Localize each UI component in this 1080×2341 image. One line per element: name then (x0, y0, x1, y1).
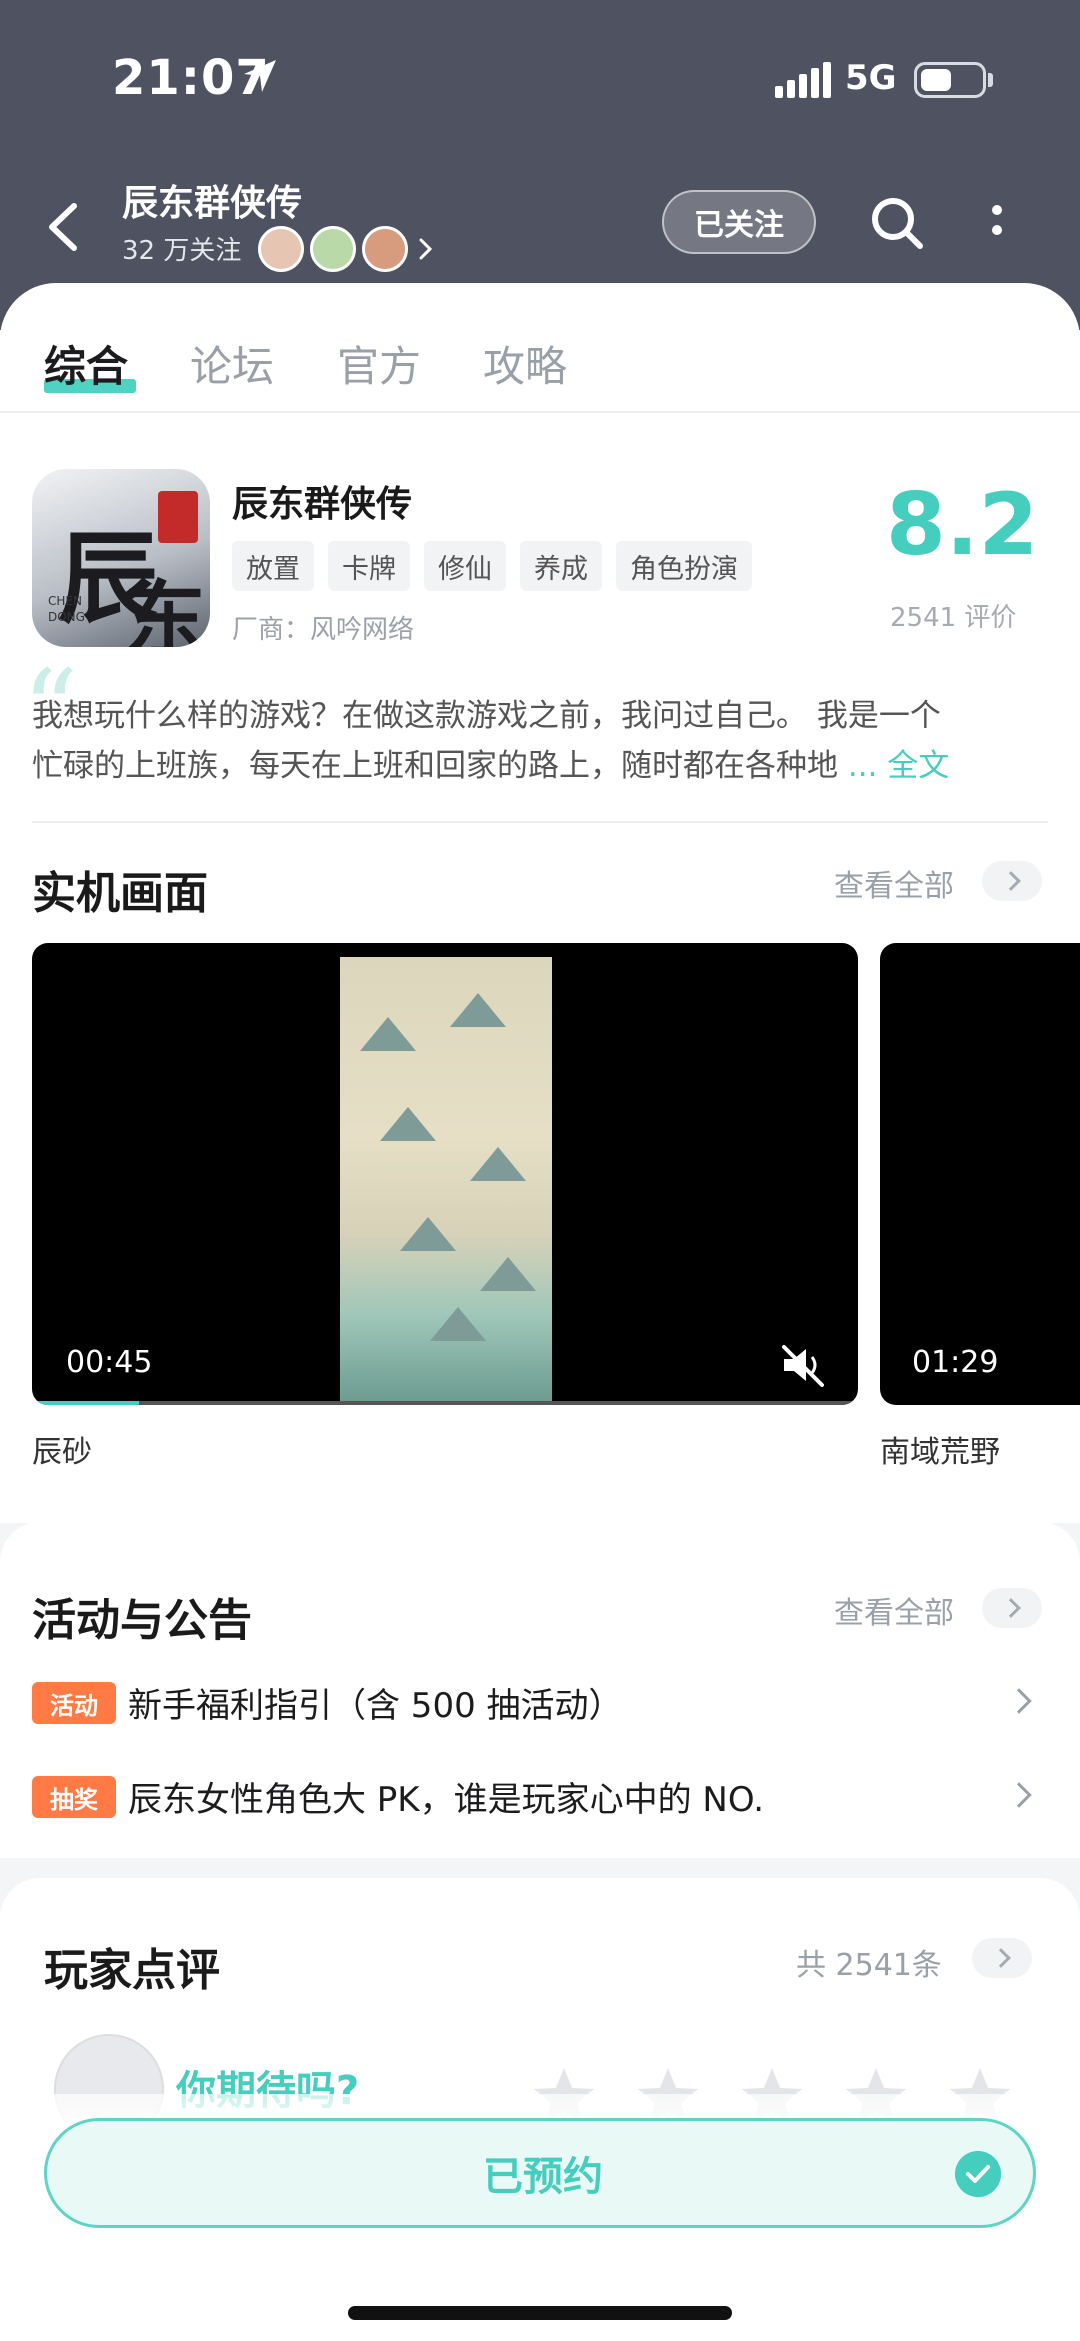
follow-button[interactable]: 已关注 (662, 190, 816, 254)
game-intro[interactable]: 我想玩什么样的游戏？在做这款游戏之前，我问过自己。 我是一个 忙碌的上班族，每天… (32, 691, 1052, 791)
chevron-right-icon (1006, 1688, 1032, 1714)
see-all-link[interactable]: 查看全部 (834, 861, 954, 905)
tab-forum[interactable]: 论坛 (190, 333, 274, 394)
chevron-right-icon[interactable] (982, 861, 1042, 901)
activity-badge: 活动 (32, 1682, 116, 1724)
game-overview-card: 综合 论坛 官方 攻略 辰 东 CHEN DONG 辰东群侠传 放置 卡牌 修仙 … (0, 283, 1080, 1523)
section-title-activities: 活动与公告 (32, 1595, 252, 1646)
nav-bar: 辰东群侠传 32 万关注 已关注 (0, 170, 1080, 280)
bottom-action-bar: 已预约 (0, 2094, 1080, 2341)
tag[interactable]: 卡牌 (328, 541, 410, 591)
home-indicator (348, 2306, 732, 2320)
vendor: 厂商：风吟网络 (232, 615, 415, 645)
divider (32, 821, 1048, 823)
tag[interactable]: 放置 (232, 541, 314, 591)
battery-tip (988, 73, 993, 87)
chevron-right-icon (1006, 1782, 1032, 1808)
chevron-right-icon[interactable] (972, 1938, 1032, 1978)
activity-title: 新手福利指引（含 500 抽活动） (128, 1686, 623, 1726)
tag[interactable]: 角色扮演 (616, 541, 752, 591)
video-thumbnail (340, 957, 552, 1405)
video-duration: 00:45 (66, 1345, 153, 1380)
video-progress[interactable] (32, 1401, 858, 1405)
mute-icon[interactable] (778, 1339, 830, 1391)
rating-count: 2541 评价 (890, 603, 1017, 633)
video-card[interactable]: 01:29 (880, 943, 1080, 1405)
tab-official[interactable]: 官方 (337, 333, 421, 394)
avatar (258, 226, 304, 272)
video-caption: 辰砂 (32, 1435, 92, 1470)
list-item[interactable]: 活动 新手福利指引（含 500 抽活动） (32, 1672, 1048, 1732)
back-icon[interactable] (36, 192, 96, 262)
rating-score: 8.2 (886, 475, 1039, 575)
check-circle-icon (955, 2151, 1001, 2197)
network-type: 5G (845, 58, 897, 98)
video-duration: 01:29 (912, 1345, 999, 1380)
reserve-button[interactable]: 已预约 (44, 2118, 1036, 2228)
video-caption: 南域荒野 (880, 1435, 1000, 1470)
section-title-reviews: 玩家点评 (44, 1945, 220, 1996)
battery-icon (914, 62, 986, 98)
page-title: 辰东群侠传 (122, 183, 303, 224)
status-bar: 21:07 5G (0, 0, 1080, 160)
activity-badge: 抽奖 (32, 1776, 116, 1818)
chevron-right-icon[interactable] (982, 1588, 1042, 1628)
avatar (362, 226, 408, 272)
seal-mark (158, 491, 198, 543)
avatar (310, 226, 356, 272)
follower-count: 32 万关注 (122, 236, 242, 266)
search-icon[interactable] (866, 192, 930, 256)
tag[interactable]: 修仙 (424, 541, 506, 591)
review-count[interactable]: 共 2541条 (796, 1940, 942, 1984)
reserve-label: 已预约 (483, 2154, 603, 2200)
game-name: 辰东群侠传 (232, 484, 413, 525)
read-more-link[interactable]: ... 全文 (848, 748, 949, 784)
section-title-screenshots: 实机画面 (32, 868, 208, 919)
tab-overview[interactable]: 综合 (44, 333, 128, 394)
location-arrow-icon (244, 60, 276, 92)
see-all-link[interactable]: 查看全部 (834, 1588, 954, 1632)
game-tags: 放置 卡牌 修仙 养成 角色扮演 (232, 541, 766, 591)
tag[interactable]: 养成 (520, 541, 602, 591)
game-icon[interactable]: 辰 东 CHEN DONG (32, 469, 210, 647)
list-item[interactable]: 抽奖 辰东女性角色大 PK，谁是玩家心中的 NO. (32, 1766, 1048, 1826)
tab-bar: 综合 论坛 官方 攻略 (0, 283, 1080, 413)
chevron-right-icon[interactable] (416, 232, 436, 266)
video-card[interactable]: 00:45 (32, 943, 858, 1405)
more-icon[interactable] (985, 200, 1009, 260)
activities-card: 活动与公告 查看全部 活动 新手福利指引（含 500 抽活动） 抽奖 辰东女性角… (0, 1522, 1080, 1858)
tab-guides[interactable]: 攻略 (483, 333, 567, 394)
signal-icon (775, 62, 835, 98)
activity-title: 辰东女性角色大 PK，谁是玩家心中的 NO. (128, 1780, 765, 1820)
